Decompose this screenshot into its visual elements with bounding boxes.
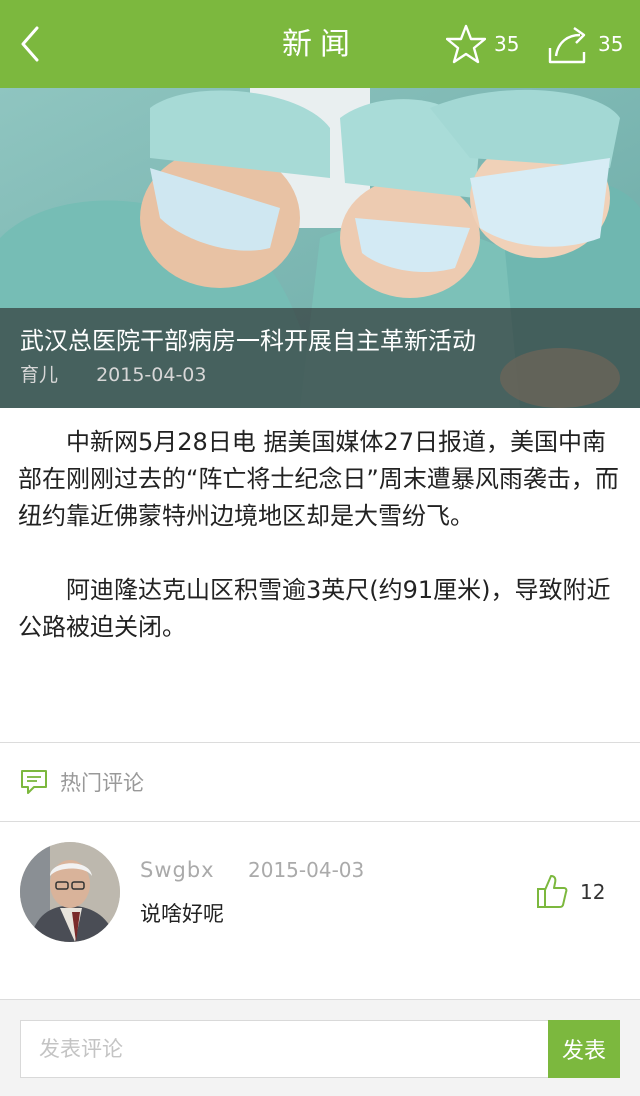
hero-meta: 育儿 2015-04-03 — [20, 360, 620, 390]
share-button[interactable]: 35 — [548, 22, 623, 66]
page-title: 新闻 — [282, 27, 358, 62]
hot-comments-label: 热门评论 — [60, 771, 144, 795]
article-paragraph: 中新网5月28日电 据美国媒体27日报道，美国中南部在刚刚过去的“阵亡将士纪念日… — [18, 428, 619, 530]
like-count: 12 — [580, 880, 606, 904]
share-count: 35 — [598, 32, 624, 56]
article-body: 中新网5月28日电 据美国媒体27日报道，美国中南部在刚刚过去的“阵亡将士纪念日… — [18, 424, 622, 683]
comment-text: 说啥好呢 — [140, 902, 224, 926]
hero-date: 2015-04-03 — [96, 364, 207, 386]
thumbs-up-icon — [537, 875, 568, 908]
comment-item: Swgbx 2015-04-03 说啥好呢 12 — [0, 822, 640, 998]
hero-headline: 武汉总医院干部病房一科开展自主革新活动 — [20, 327, 476, 355]
comment-input[interactable] — [20, 1020, 548, 1078]
avatar-photo — [20, 842, 120, 942]
star-icon — [446, 24, 486, 64]
comment-composer: 发表 — [0, 999, 640, 1096]
hero-category: 育儿 — [20, 364, 59, 386]
hot-comments-header: 热门评论 — [0, 743, 640, 821]
comment-username[interactable]: Swgbx — [140, 858, 215, 882]
share-icon — [548, 27, 586, 64]
comment-date: 2015-04-03 — [248, 858, 365, 882]
send-comment-button[interactable]: 发表 — [548, 1020, 620, 1078]
hero-caption: 武汉总医院干部病房一科开展自主革新活动 育儿 2015-04-03 — [0, 308, 640, 408]
like-button[interactable]: 12 — [536, 874, 605, 910]
favorite-button[interactable]: 35 — [446, 22, 519, 66]
avatar[interactable] — [20, 842, 120, 942]
favorite-count: 35 — [494, 32, 520, 56]
hero-banner[interactable]: 武汉总医院干部病房一科开展自主革新活动 育儿 2015-04-03 — [0, 88, 640, 408]
comment-bubble-icon — [21, 770, 47, 794]
article-paragraph: 阿迪隆达克山区积雪逾3英尺(约91厘米)，导致附近公路被迫关闭。 — [18, 576, 611, 641]
top-nav-bar: 新闻 35 35 — [0, 0, 640, 88]
